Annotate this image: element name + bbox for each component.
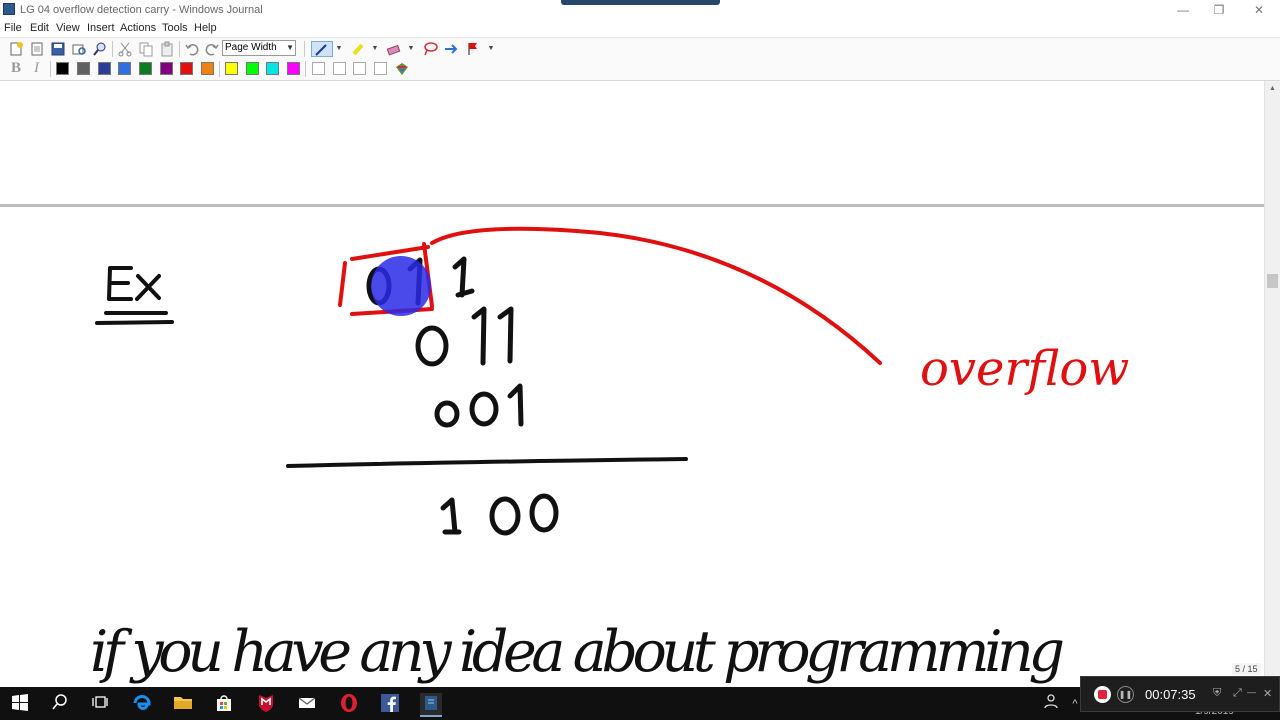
ink-operand-1	[415, 306, 514, 367]
zoom-select[interactable]: Page Width ▼	[222, 40, 296, 56]
insert-space-icon[interactable]	[443, 41, 459, 57]
recorder-widget: ❚❚ 00:07:35 ⛨ ⤢ — ✕	[1080, 676, 1280, 712]
color-swatch-gray[interactable]	[77, 62, 90, 75]
color-swatch-purple[interactable]	[160, 62, 173, 75]
color-swatch-green[interactable]	[139, 62, 152, 75]
pen-width-swatch-1[interactable]	[312, 62, 325, 75]
format-toolbar: B I	[0, 59, 1280, 81]
save-icon[interactable]	[50, 41, 66, 57]
scroll-thumb[interactable]	[1267, 274, 1278, 288]
ink-sentence: if you have any idea about programming	[90, 619, 1065, 685]
open-icon[interactable]	[29, 41, 45, 57]
mcafee-icon[interactable]	[255, 693, 277, 715]
scroll-up-icon[interactable]: ▲	[1265, 81, 1280, 96]
eraser-dropdown-icon[interactable]: ▼	[406, 41, 416, 57]
close-icon[interactable]: ✕	[1263, 687, 1272, 700]
maximize-button[interactable]: ❐	[1200, 0, 1238, 20]
vertical-scrollbar[interactable]: ▲ ▼	[1264, 81, 1280, 687]
paste-icon[interactable]	[159, 41, 175, 57]
ink-pointer-highlight	[371, 256, 431, 316]
menu-insert[interactable]: Insert	[87, 22, 115, 34]
pen-dropdown-icon[interactable]: ▼	[334, 41, 344, 57]
start-icon[interactable]	[9, 693, 31, 715]
store-icon[interactable]	[213, 693, 235, 715]
cut-icon[interactable]	[117, 41, 133, 57]
ink-ex-label	[95, 266, 174, 325]
menu-bar: File Edit View Insert Actions Tools Help	[0, 20, 1280, 37]
color-swatch-lime[interactable]	[246, 62, 259, 75]
file-explorer-icon[interactable]	[172, 693, 194, 715]
people-icon[interactable]	[1040, 693, 1062, 715]
window-title: LG 04 overflow detection carry - Windows…	[20, 4, 263, 16]
pause-button[interactable]: ❚❚	[1117, 686, 1134, 703]
pen-icon[interactable]	[311, 41, 333, 57]
opera-icon[interactable]	[338, 693, 360, 715]
recording-time: 00:07:35	[1145, 687, 1196, 702]
search-icon[interactable]	[49, 693, 71, 715]
redo-icon[interactable]	[204, 41, 220, 57]
ink-overflow-arrow	[430, 226, 882, 365]
ink-sum-line	[286, 457, 688, 468]
pen-settings-icon[interactable]	[394, 61, 410, 77]
color-swatch-cyan[interactable]	[266, 62, 279, 75]
edge-icon[interactable]	[131, 693, 153, 715]
menu-file[interactable]: File	[4, 22, 22, 34]
menu-actions[interactable]: Actions	[120, 22, 156, 34]
menu-help[interactable]: Help	[194, 22, 217, 34]
find-icon[interactable]	[92, 41, 108, 57]
chevron-down-icon: ▼	[286, 43, 294, 52]
color-swatch-black[interactable]	[56, 62, 69, 75]
highlighter-dropdown-icon[interactable]: ▼	[370, 41, 380, 57]
facebook-icon[interactable]	[379, 693, 401, 715]
color-swatch-dark-blue[interactable]	[98, 62, 111, 75]
shield-icon[interactable]: ⛨	[1213, 687, 1221, 700]
flag-dropdown-icon[interactable]: ▼	[486, 41, 496, 57]
bold-button[interactable]: B	[11, 60, 21, 77]
title-bar: LG 04 overflow detection carry - Windows…	[0, 0, 1280, 20]
journal-page-area[interactable]: overflow if you have any idea about prog…	[0, 81, 1264, 687]
highlighter-icon[interactable]	[350, 41, 366, 57]
capture-bar-tab[interactable]	[561, 0, 720, 5]
pen-width-swatch-4[interactable]	[374, 62, 387, 75]
color-swatch-orange[interactable]	[201, 62, 214, 75]
zoom-value: Page Width	[225, 42, 277, 53]
journal-app-icon	[3, 3, 15, 15]
minimize-button[interactable]: —	[1164, 0, 1202, 20]
ink-result	[440, 493, 559, 536]
ink-layer: overflow if you have any idea about prog…	[90, 226, 1129, 685]
menu-edit[interactable]: Edit	[30, 22, 49, 34]
expand-icon[interactable]: ⤢	[1233, 687, 1242, 700]
close-button[interactable]: ✕	[1240, 0, 1278, 20]
print-preview-icon[interactable]	[71, 41, 87, 57]
minus-icon[interactable]: —	[1247, 687, 1256, 697]
undo-icon[interactable]	[184, 41, 200, 57]
eraser-icon[interactable]	[386, 41, 402, 57]
task-view-icon[interactable]	[89, 693, 111, 715]
italic-button[interactable]: I	[34, 60, 39, 77]
standard-toolbar: Page Width ▼ ▼ ▼ ▼ ▼	[0, 37, 1280, 60]
ink-operand-2	[434, 383, 524, 428]
lasso-select-icon[interactable]	[422, 41, 438, 57]
pen-width-swatch-2[interactable]	[333, 62, 346, 75]
stop-recording-button[interactable]	[1094, 686, 1111, 703]
page-indicator: 5 / 15	[1232, 663, 1261, 675]
color-swatch-magenta[interactable]	[287, 62, 300, 75]
copy-icon[interactable]	[138, 41, 154, 57]
pen-width-swatch-3[interactable]	[353, 62, 366, 75]
color-swatch-blue[interactable]	[118, 62, 131, 75]
flag-icon[interactable]	[465, 41, 481, 57]
journal-app-icon[interactable]	[420, 693, 442, 717]
menu-tools[interactable]: Tools	[162, 22, 188, 34]
color-swatch-red[interactable]	[180, 62, 193, 75]
new-note-icon[interactable]	[8, 41, 24, 57]
ink-overflow-label: overflow	[920, 341, 1129, 397]
color-swatch-yellow[interactable]	[225, 62, 238, 75]
mail-icon[interactable]	[296, 693, 318, 715]
menu-view[interactable]: View	[56, 22, 80, 34]
